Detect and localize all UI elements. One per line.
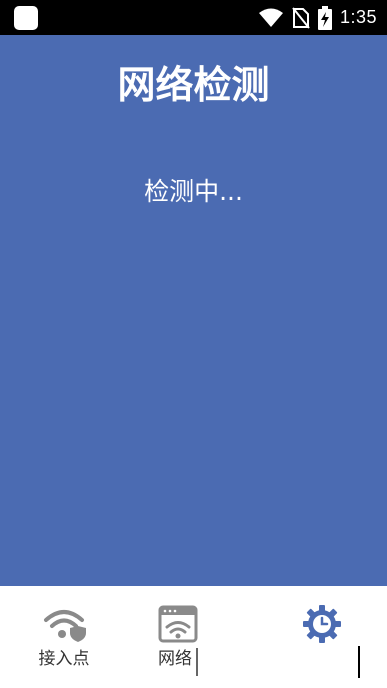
main-panel: 网络检测 检测中... xyxy=(0,35,387,586)
status-bar: 1:35 xyxy=(0,0,387,35)
nav-label-access-point: 接入点 xyxy=(38,649,90,669)
edge-divider xyxy=(358,646,360,678)
nav-label-network: 网络 xyxy=(158,649,192,669)
wifi-icon xyxy=(258,8,283,27)
clock-time: 1:35 xyxy=(339,7,377,27)
wifi-shield-icon xyxy=(14,604,114,644)
nav-item-network[interactable]: 网络 xyxy=(128,604,228,670)
page-title: 网络检测 xyxy=(117,63,270,107)
network-window-icon xyxy=(128,604,228,644)
no-sim-icon xyxy=(292,6,310,29)
bottom-navigation: 接入点 网络 xyxy=(0,586,387,688)
gear-clock-icon xyxy=(272,604,372,644)
nav-item-detection[interactable] xyxy=(272,604,372,648)
status-icons: 1:35 xyxy=(258,0,377,35)
detection-status: 检测中... xyxy=(144,177,243,206)
app-icon xyxy=(14,6,38,30)
nav-item-access-point[interactable]: 接入点 xyxy=(14,604,114,670)
battery-charging-icon xyxy=(317,5,332,30)
text-cursor xyxy=(196,648,198,676)
